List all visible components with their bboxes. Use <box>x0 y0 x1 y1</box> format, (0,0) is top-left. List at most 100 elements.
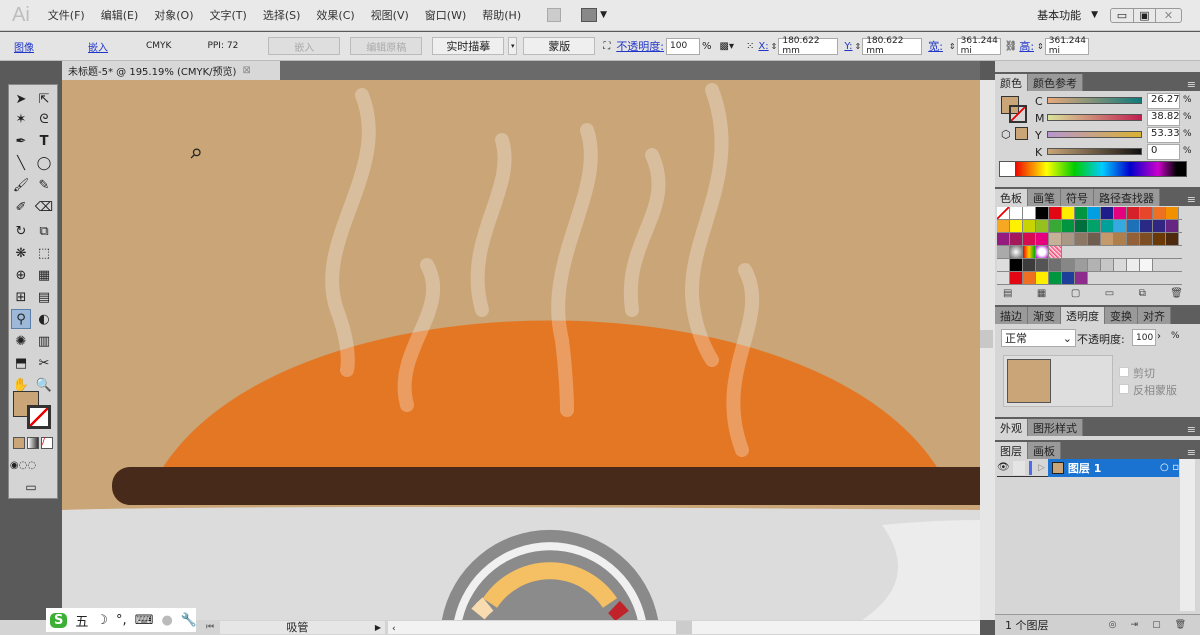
crop-icon[interactable]: ⛶ <box>603 41 610 52</box>
rotate-tool-icon[interactable]: ↻ <box>11 221 31 241</box>
menu-edit[interactable]: 编辑(E) <box>101 7 139 23</box>
color-button[interactable] <box>13 437 25 449</box>
tab-transparency[interactable]: 透明度 <box>1061 307 1105 324</box>
free-transform-tool-icon[interactable]: ⬚ <box>34 243 54 263</box>
width-stepper[interactable]: ⇕ <box>949 42 956 51</box>
swatch[interactable] <box>1101 233 1114 245</box>
selection-tool-icon[interactable]: ➤ <box>11 89 31 109</box>
swatch[interactable] <box>1114 220 1127 232</box>
scroll-thumb[interactable] <box>676 621 692 634</box>
menu-object[interactable]: 对象(O) <box>154 7 193 23</box>
swatch[interactable] <box>1075 259 1088 271</box>
stroke-color-swatch[interactable] <box>1009 105 1027 123</box>
layer-name[interactable]: 图层 1 <box>1068 460 1101 476</box>
delete-swatch-icon[interactable]: 🗑 <box>1170 288 1183 299</box>
height-stepper[interactable]: ⇕ <box>1037 42 1044 51</box>
scroll-thumb[interactable] <box>980 330 993 348</box>
out-of-gamut-icon[interactable]: ⬡ <box>1001 128 1011 141</box>
swatch[interactable] <box>1023 220 1036 232</box>
swatch[interactable] <box>1036 207 1049 219</box>
registration-swatch[interactable] <box>1010 207 1023 219</box>
swatch[interactable] <box>1140 233 1153 245</box>
swatch[interactable] <box>1127 259 1140 271</box>
chevron-down-icon[interactable]: ▼ <box>1091 10 1098 20</box>
tab-swatches[interactable]: 色板 <box>995 189 1028 206</box>
gamut-color-swatch[interactable] <box>1015 127 1028 140</box>
ellipse-tool-icon[interactable]: ◯ <box>34 153 54 173</box>
tab-appearance[interactable]: 外观 <box>995 419 1028 436</box>
tab-color[interactable]: 颜色 <box>995 74 1028 91</box>
document-tab[interactable]: 未标题-5* @ 195.19% (CMYK/预览) ⊠ <box>62 61 280 80</box>
swatch[interactable] <box>1140 207 1153 219</box>
close-button[interactable]: ✕ <box>1155 8 1181 22</box>
width-input[interactable]: 361.244 mi <box>956 36 1001 56</box>
layers-scrollbar[interactable] <box>1180 459 1195 611</box>
draw-mode-icon[interactable]: ◉◌◌ <box>10 455 36 475</box>
c-value[interactable]: 26.27 <box>1147 93 1180 109</box>
panel-menu-icon[interactable]: ≡ <box>1183 78 1200 91</box>
maximize-button[interactable]: ▣ <box>1133 8 1155 22</box>
mask-button[interactable]: 蒙版 <box>523 37 596 55</box>
pattern-swatch[interactable] <box>1049 246 1062 258</box>
status-tool-display[interactable]: 吸管 ▶ <box>220 621 385 634</box>
swatch[interactable] <box>1036 220 1049 232</box>
chevron-down-icon[interactable]: ▼ <box>600 10 607 20</box>
swatch[interactable] <box>1101 220 1114 232</box>
swatch[interactable] <box>1023 233 1036 245</box>
swatch[interactable] <box>1036 233 1049 245</box>
expand-triangle-icon[interactable]: ▷ <box>1038 463 1045 473</box>
embed-link[interactable]: 嵌入 <box>88 39 108 54</box>
swatch[interactable] <box>997 220 1010 232</box>
punctuation-icon[interactable]: °, <box>116 613 127 628</box>
color-spectrum[interactable] <box>999 161 1187 177</box>
y-stepper[interactable]: ⇕ <box>855 42 862 51</box>
settings-wrench-icon[interactable]: 🔧 <box>181 613 197 628</box>
k-value[interactable]: 0 <box>1147 144 1180 160</box>
pattern-swatch[interactable] <box>1010 246 1023 258</box>
swatch[interactable] <box>1075 207 1088 219</box>
type-tool-icon[interactable]: T <box>34 131 54 151</box>
opacity-input[interactable]: 100 <box>1132 329 1156 346</box>
tab-align[interactable]: 对齐 <box>1138 307 1171 324</box>
workspace-switcher[interactable]: 基本功能 <box>1037 7 1081 23</box>
swatch-libraries-icon[interactable]: ▤ <box>1003 288 1012 299</box>
tab-brushes[interactable]: 画笔 <box>1028 189 1061 206</box>
line-tool-icon[interactable]: ╲ <box>11 153 31 173</box>
embed-button[interactable]: 嵌入 <box>268 37 341 55</box>
swatch[interactable] <box>1127 233 1140 245</box>
c-slider[interactable] <box>1047 97 1142 104</box>
swatch[interactable] <box>1062 233 1075 245</box>
menu-help[interactable]: 帮助(H) <box>482 7 521 23</box>
slice-tool-icon[interactable]: ✂ <box>34 353 54 373</box>
swatch[interactable] <box>1062 207 1075 219</box>
none-button[interactable]: / <box>41 437 53 449</box>
artwork-thumbnail[interactable] <box>1007 359 1051 403</box>
show-swatch-kinds-icon[interactable]: ▦ <box>1037 288 1046 299</box>
layer-row[interactable]: 👁 ▷ 图层 1 ○ ▫ <box>997 458 1179 477</box>
swatch[interactable] <box>1101 259 1114 271</box>
artboard-nav-icon[interactable]: ⏮ <box>206 622 214 632</box>
pencil-tool-icon[interactable]: ✎ <box>34 175 54 195</box>
trace-options-dropdown[interactable]: ▾ <box>508 37 518 55</box>
pattern-swatch[interactable] <box>1023 246 1036 258</box>
panel-menu-icon[interactable]: ≡ <box>1183 193 1200 206</box>
swatch[interactable] <box>1127 207 1140 219</box>
swatch[interactable] <box>1114 259 1127 271</box>
paintbrush-tool-icon[interactable]: 🖌 <box>11 175 31 195</box>
sogou-logo-icon[interactable]: S <box>50 612 68 628</box>
none-swatch[interactable] <box>997 207 1010 219</box>
menu-window[interactable]: 窗口(W) <box>425 7 466 23</box>
swatch[interactable] <box>1062 220 1075 232</box>
swatch[interactable] <box>1166 220 1179 232</box>
swatch[interactable] <box>1127 220 1140 232</box>
half-width-icon[interactable]: ☽ <box>96 613 108 628</box>
x-stepper[interactable]: ⇕ <box>771 42 778 51</box>
pattern-swatch[interactable] <box>1036 246 1049 258</box>
swatch[interactable] <box>1075 272 1088 284</box>
warp-tool-icon[interactable]: ❋ <box>11 243 31 263</box>
vertical-scrollbar[interactable] <box>980 80 995 620</box>
scale-tool-icon[interactable]: ⧉ <box>34 221 54 241</box>
swatch[interactable] <box>1153 220 1166 232</box>
menu-select[interactable]: 选择(S) <box>263 7 301 23</box>
minimize-button[interactable]: ▭ <box>1111 9 1133 22</box>
